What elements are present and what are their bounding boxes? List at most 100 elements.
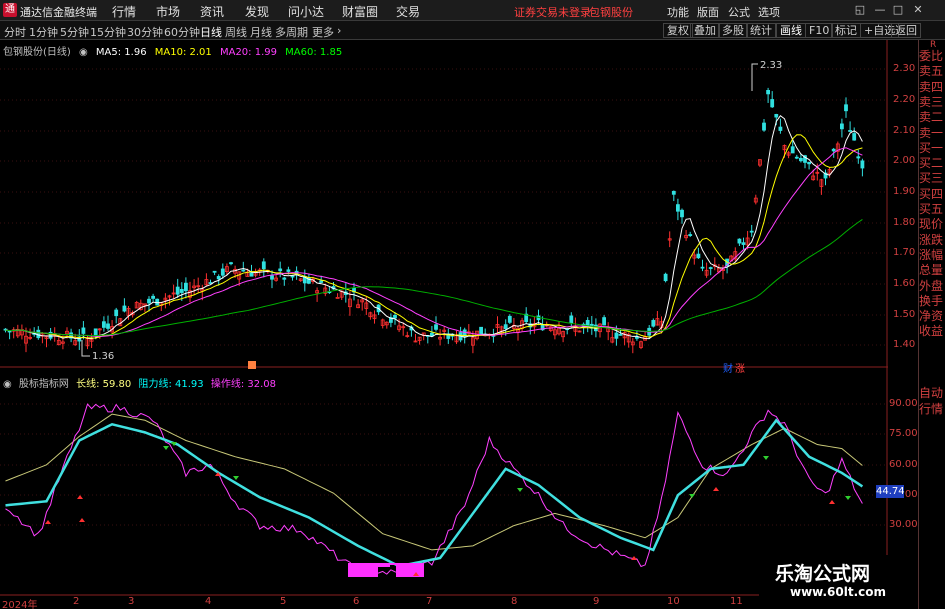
candle-body bbox=[737, 238, 742, 244]
buy-signal-arrow bbox=[79, 518, 85, 522]
indicator-tick: 30.00 bbox=[889, 519, 918, 530]
buy-signal-arrow bbox=[713, 487, 719, 491]
bottom-zone-bar bbox=[398, 563, 400, 577]
sidebar-tab[interactable]: 买二 bbox=[919, 156, 943, 171]
candle-body bbox=[602, 317, 606, 326]
bottom-zone-bar bbox=[420, 563, 422, 577]
sidebar-tab[interactable]: 买五 bbox=[919, 202, 943, 217]
indicator-name[interactable]: 股标指标网 bbox=[19, 379, 69, 390]
candle-body bbox=[106, 323, 110, 329]
sidebar-tab-quotes[interactable]: 行情 bbox=[919, 402, 943, 417]
candle-body bbox=[507, 315, 512, 323]
candle-body bbox=[434, 324, 438, 330]
sidebar-tab[interactable]: 买三 bbox=[919, 171, 943, 186]
bottom-zone-bar bbox=[354, 563, 356, 577]
bottom-zone-bar bbox=[412, 563, 414, 577]
settings-icon[interactable]: ◉ bbox=[3, 379, 12, 390]
date-tick: 3 bbox=[128, 596, 135, 607]
candle-body bbox=[175, 286, 180, 295]
candle-body bbox=[93, 328, 98, 337]
sidebar-tab[interactable]: 卖一 bbox=[919, 126, 943, 141]
candle-body bbox=[479, 326, 484, 336]
price-tick: 1.60 bbox=[893, 278, 916, 289]
bottom-zone-bar bbox=[422, 563, 424, 577]
candle-body bbox=[831, 148, 836, 152]
sell-signal-arrow bbox=[163, 446, 169, 450]
ma20-line bbox=[5, 147, 863, 337]
candle-body bbox=[618, 333, 623, 336]
candle-body bbox=[290, 275, 295, 278]
stock-label[interactable]: 包钢股份(日线) bbox=[3, 47, 71, 58]
sidebar-tab[interactable]: 总量 bbox=[919, 263, 943, 278]
ma60-label: MA60: 1.85 bbox=[285, 47, 343, 58]
candle-body bbox=[856, 156, 861, 159]
candle-body bbox=[663, 273, 668, 282]
bottom-zone-bar bbox=[352, 563, 354, 577]
price-tick: 1.40 bbox=[893, 339, 916, 350]
candle-body bbox=[766, 90, 770, 95]
candle-body bbox=[286, 269, 291, 272]
sidebar-tab[interactable]: 收益 bbox=[919, 324, 943, 339]
candle-body bbox=[778, 126, 783, 131]
indicator-tick: 75.00 bbox=[889, 428, 918, 439]
bottom-zone-bar bbox=[386, 563, 388, 567]
candle-body bbox=[261, 261, 266, 270]
sidebar-tab[interactable]: 涨跌 bbox=[919, 233, 943, 248]
bottom-zone-bar bbox=[406, 563, 408, 577]
candle-body bbox=[807, 161, 811, 165]
buy-signal-arrow bbox=[77, 495, 83, 499]
candle-body bbox=[220, 268, 225, 276]
date-tick: 2024年 bbox=[2, 600, 38, 609]
sidebar-tab[interactable]: 卖二 bbox=[919, 110, 943, 125]
bottom-zone-bar bbox=[380, 563, 382, 567]
sidebar-tab[interactable]: 现价 bbox=[919, 217, 943, 232]
indicator-tick: 60.00 bbox=[889, 459, 918, 470]
sidebar-tab[interactable]: 净资 bbox=[919, 309, 943, 324]
sidebar-tab[interactable]: 涨幅 bbox=[919, 248, 943, 263]
candle-body bbox=[36, 329, 41, 339]
sidebar-tab[interactable]: 卖三 bbox=[919, 95, 943, 110]
price-tick: 2.00 bbox=[893, 155, 916, 166]
watermark-url: www.60lt.com bbox=[790, 585, 887, 599]
sidebar-tab[interactable]: 买一 bbox=[919, 141, 943, 156]
rise-marker[interactable]: 涨 bbox=[735, 360, 745, 375]
candle-body bbox=[688, 234, 693, 236]
candle-body bbox=[794, 156, 799, 159]
sidebar-tab-auto[interactable]: 自动 bbox=[919, 386, 943, 401]
date-tick: 10 bbox=[667, 596, 680, 607]
candle-body bbox=[7, 330, 12, 333]
date-tick: 9 bbox=[593, 596, 600, 607]
high-price-label: 2.33 bbox=[760, 60, 783, 71]
candle-body bbox=[680, 209, 684, 218]
price-legend: 包钢股份(日线) ◉ MA5: 1.96 MA10: 2.01 MA20: 1.… bbox=[3, 43, 347, 58]
price-tick: 2.30 bbox=[893, 63, 916, 74]
bottom-zone-bar bbox=[360, 563, 362, 577]
candle-body bbox=[614, 332, 619, 339]
sidebar-tab[interactable]: 委比 bbox=[919, 49, 943, 64]
sidebar-tab[interactable]: 卖四 bbox=[919, 80, 943, 95]
sidebar-tab[interactable]: 换手 bbox=[919, 294, 943, 309]
candle-body bbox=[147, 298, 151, 304]
stock-chart[interactable] bbox=[0, 0, 945, 609]
resistance-line bbox=[5, 418, 864, 568]
settings-icon[interactable]: ◉ bbox=[79, 47, 88, 58]
low-price-label: 1.36 bbox=[92, 351, 115, 362]
candle-body bbox=[102, 321, 106, 328]
sell-signal-arrow bbox=[689, 494, 695, 498]
sidebar-tab[interactable]: 卖五 bbox=[919, 64, 943, 79]
date-tick: 11 bbox=[730, 596, 743, 607]
bottom-zone-bar bbox=[404, 563, 406, 577]
sidebar-tab[interactable]: 买四 bbox=[919, 187, 943, 202]
sidebar-tab[interactable]: 外盘 bbox=[919, 279, 943, 294]
event-marker-icon[interactable] bbox=[248, 361, 256, 369]
high-marker bbox=[751, 63, 758, 91]
finance-marker[interactable]: 财 bbox=[723, 360, 733, 375]
bottom-zone-bar bbox=[350, 563, 352, 577]
bottom-zone-bar bbox=[400, 563, 402, 577]
price-tick: 1.80 bbox=[893, 217, 916, 228]
price-tick: 2.20 bbox=[893, 94, 916, 105]
candle-body bbox=[282, 277, 287, 280]
candle-body bbox=[676, 204, 680, 212]
bottom-zone-bar bbox=[382, 563, 384, 567]
candle-body bbox=[241, 269, 246, 272]
